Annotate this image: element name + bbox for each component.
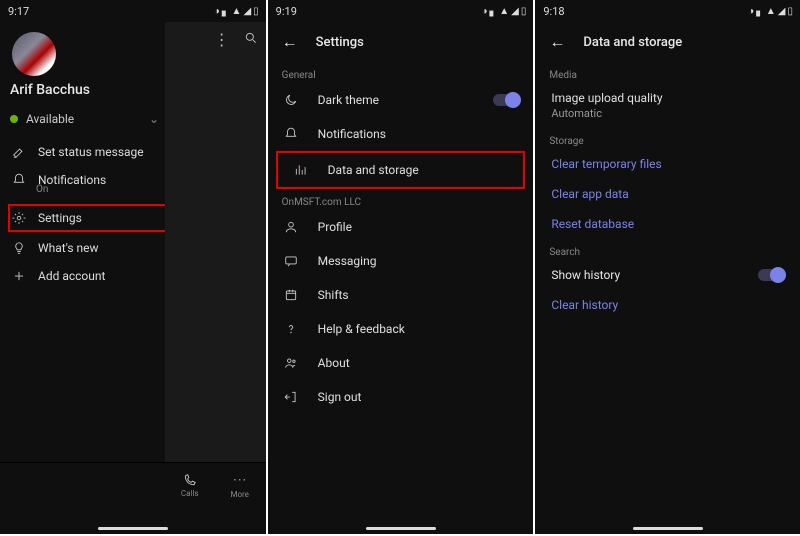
notifications-row[interactable]: Notifications [268, 117, 534, 151]
search-icon[interactable] [244, 30, 258, 49]
sign-out-icon [282, 390, 300, 404]
plus-icon [12, 269, 26, 283]
about-label: About [318, 356, 350, 370]
data-icon [292, 163, 310, 177]
upload-quality-row[interactable]: Image upload quality Automatic [535, 83, 800, 128]
status-bar: 9:17 ◑▖▲◢▯ [0, 0, 266, 22]
show-history-toggle[interactable] [758, 269, 784, 281]
presence-row[interactable]: Available ⌄ [10, 112, 165, 126]
data-storage-label: Data and storage [328, 163, 419, 177]
clear-app-data-link[interactable]: Clear app data [535, 179, 800, 209]
nav-drawer: Arif Bacchus Available ⌄ Set status mess… [0, 22, 165, 462]
whats-new-row[interactable]: What's new [10, 234, 165, 262]
data-storage-row[interactable]: Data and storage [276, 151, 526, 189]
whats-new-label: What's new [38, 241, 99, 255]
nav-more[interactable]: ⋯More [220, 472, 260, 499]
messaging-label: Messaging [318, 254, 377, 268]
dark-theme-toggle[interactable] [493, 94, 519, 106]
bottom-nav: Calls ⋯More [0, 462, 266, 508]
reset-database-link[interactable]: Reset database [535, 209, 800, 239]
back-icon[interactable]: ← [282, 32, 298, 52]
section-general: General [268, 62, 534, 83]
profile-label: Profile [318, 220, 352, 234]
header: ← Settings [268, 22, 534, 62]
shifts-label: Shifts [318, 288, 349, 302]
teams-icon [282, 356, 300, 370]
main-dimmed: ⋮ [165, 22, 266, 462]
notifications-label: Notifications [318, 127, 386, 141]
add-account-label: Add account [38, 269, 105, 283]
show-history-row[interactable]: Show history [535, 260, 800, 290]
android-navbar [268, 508, 534, 534]
clock: 9:19 [276, 5, 297, 18]
presence-dot-icon [10, 115, 18, 123]
notifications-row[interactable]: Notifications On [10, 166, 165, 202]
calendar-icon [282, 288, 300, 302]
edit-icon [12, 145, 26, 159]
sign-out-label: Sign out [318, 390, 362, 404]
clear-temp-link[interactable]: Clear temporary files [535, 149, 800, 179]
page-title: Settings [316, 35, 364, 50]
clock: 9:17 [8, 5, 29, 18]
notifications-sub: On [36, 184, 48, 195]
status-bar: 9:19 ◑▖▲◢▯ [268, 0, 534, 22]
about-row[interactable]: About [268, 346, 534, 380]
gear-icon [12, 211, 26, 225]
section-media: Media [535, 62, 800, 83]
set-status-row[interactable]: Set status message [10, 138, 165, 166]
presence-label: Available [26, 112, 74, 126]
profile-row[interactable]: Profile [268, 210, 534, 244]
show-history-label: Show history [551, 268, 620, 282]
moon-icon [282, 93, 300, 107]
status-icons: ◑▖▲◢▯ [214, 6, 258, 17]
android-navbar [0, 508, 266, 534]
android-navbar [535, 508, 800, 534]
shifts-row[interactable]: Shifts [268, 278, 534, 312]
clear-history-link[interactable]: Clear history [535, 290, 800, 320]
upload-quality-value: Automatic [551, 107, 784, 120]
status-icons: ◑▖▲◢▯ [748, 6, 792, 17]
nav-pill[interactable] [98, 527, 168, 530]
screen-settings: 9:19 ◑▖▲◢▯ ← Settings General Dark theme… [268, 0, 534, 534]
help-label: Help & feedback [318, 322, 405, 336]
screen-profile-drawer: 9:17 ◑▖▲◢▯ Arif Bacchus Available ⌄ Set … [0, 0, 266, 534]
help-icon [282, 322, 300, 336]
screen-data-storage: 9:18 ◑▖▲◢▯ ← Data and storage Media Imag… [535, 0, 800, 534]
add-account-row[interactable]: Add account [10, 262, 165, 290]
clock: 9:18 [543, 5, 564, 18]
section-search: Search [535, 239, 800, 260]
section-org: OnMSFT.com LLC [268, 189, 534, 210]
more-icon[interactable]: ⋮ [214, 30, 230, 49]
bell-icon [282, 127, 300, 141]
chat-icon [282, 254, 300, 268]
messaging-row[interactable]: Messaging [268, 244, 534, 278]
lightbulb-icon [12, 241, 26, 255]
help-row[interactable]: Help & feedback [268, 312, 534, 346]
page-title: Data and storage [583, 35, 682, 50]
person-icon [282, 220, 300, 234]
status-bar: 9:18 ◑▖▲◢▯ [535, 0, 800, 22]
section-storage: Storage [535, 128, 800, 149]
back-icon[interactable]: ← [549, 32, 565, 52]
dark-theme-label: Dark theme [318, 93, 379, 107]
header: ← Data and storage [535, 22, 800, 62]
settings-row[interactable]: Settings [8, 204, 167, 232]
bell-icon [12, 173, 26, 187]
user-name: Arif Bacchus [10, 82, 165, 98]
nav-pill[interactable] [633, 527, 703, 530]
upload-quality-label: Image upload quality [551, 91, 784, 105]
status-icons: ◑▖▲◢▯ [481, 6, 525, 17]
nav-pill[interactable] [366, 527, 436, 530]
dark-theme-row[interactable]: Dark theme [268, 83, 534, 117]
set-status-label: Set status message [38, 145, 144, 159]
nav-calls[interactable]: Calls [170, 473, 210, 498]
settings-label: Settings [38, 211, 82, 225]
avatar[interactable] [12, 32, 56, 76]
sign-out-row[interactable]: Sign out [268, 380, 534, 414]
chevron-down-icon: ⌄ [149, 112, 159, 126]
